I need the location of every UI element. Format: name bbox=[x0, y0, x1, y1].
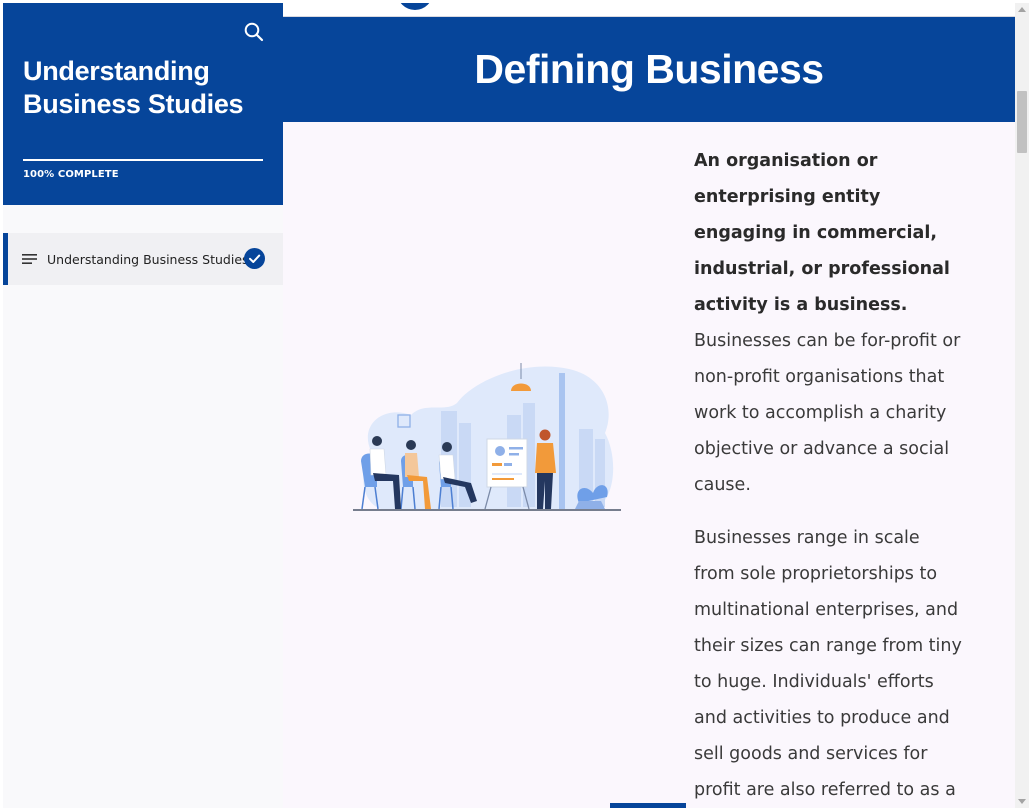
lesson-item-understanding-business-studies[interactable]: Understanding Business Studies bbox=[3, 233, 283, 285]
lesson-lead-sentence: An organisation or enterprising entity e… bbox=[694, 151, 950, 315]
lesson-list: Understanding Business Studies bbox=[3, 233, 283, 285]
scroll-up-arrow-icon[interactable] bbox=[1018, 7, 1026, 12]
scroll-thumb[interactable] bbox=[1017, 91, 1027, 153]
page-scrollbar[interactable] bbox=[1015, 3, 1029, 808]
business-meeting-illustration bbox=[353, 363, 621, 511]
continue-bar[interactable] bbox=[610, 803, 686, 808]
lesson-paragraph-1-rest: Businesses can be for-profit or non-prof… bbox=[694, 331, 961, 495]
progress-bar-fill bbox=[23, 159, 263, 161]
scroll-down-arrow-icon[interactable] bbox=[1018, 799, 1026, 804]
menu-lines-icon bbox=[22, 254, 37, 264]
lesson-title: Defining Business bbox=[474, 46, 824, 92]
lesson-paragraph-1: An organisation or enterprising entity e… bbox=[694, 143, 964, 503]
search-icon[interactable] bbox=[243, 21, 265, 43]
lesson-paragraph-2: Businesses range in scale from sole prop… bbox=[694, 528, 962, 800]
lesson-item-label: Understanding Business Studies bbox=[47, 251, 249, 267]
progress-bar bbox=[23, 159, 263, 161]
sidebar-header: Understanding Business Studies 100% COMP… bbox=[3, 3, 283, 205]
lesson-top-bar bbox=[283, 3, 1015, 17]
progress-label: 100% COMPLETE bbox=[23, 169, 119, 180]
lesson-title-banner: Defining Business bbox=[283, 17, 1015, 122]
check-circle-icon bbox=[244, 248, 265, 269]
lesson-content: Defining Business An organisation or ent… bbox=[283, 3, 1015, 808]
lesson-nav-tab[interactable] bbox=[397, 3, 433, 10]
sidebar: Understanding Business Studies 100% COMP… bbox=[3, 3, 283, 808]
lesson-text: An organisation or enterprising entity e… bbox=[694, 143, 964, 808]
course-title: Understanding Business Studies bbox=[23, 56, 244, 119]
